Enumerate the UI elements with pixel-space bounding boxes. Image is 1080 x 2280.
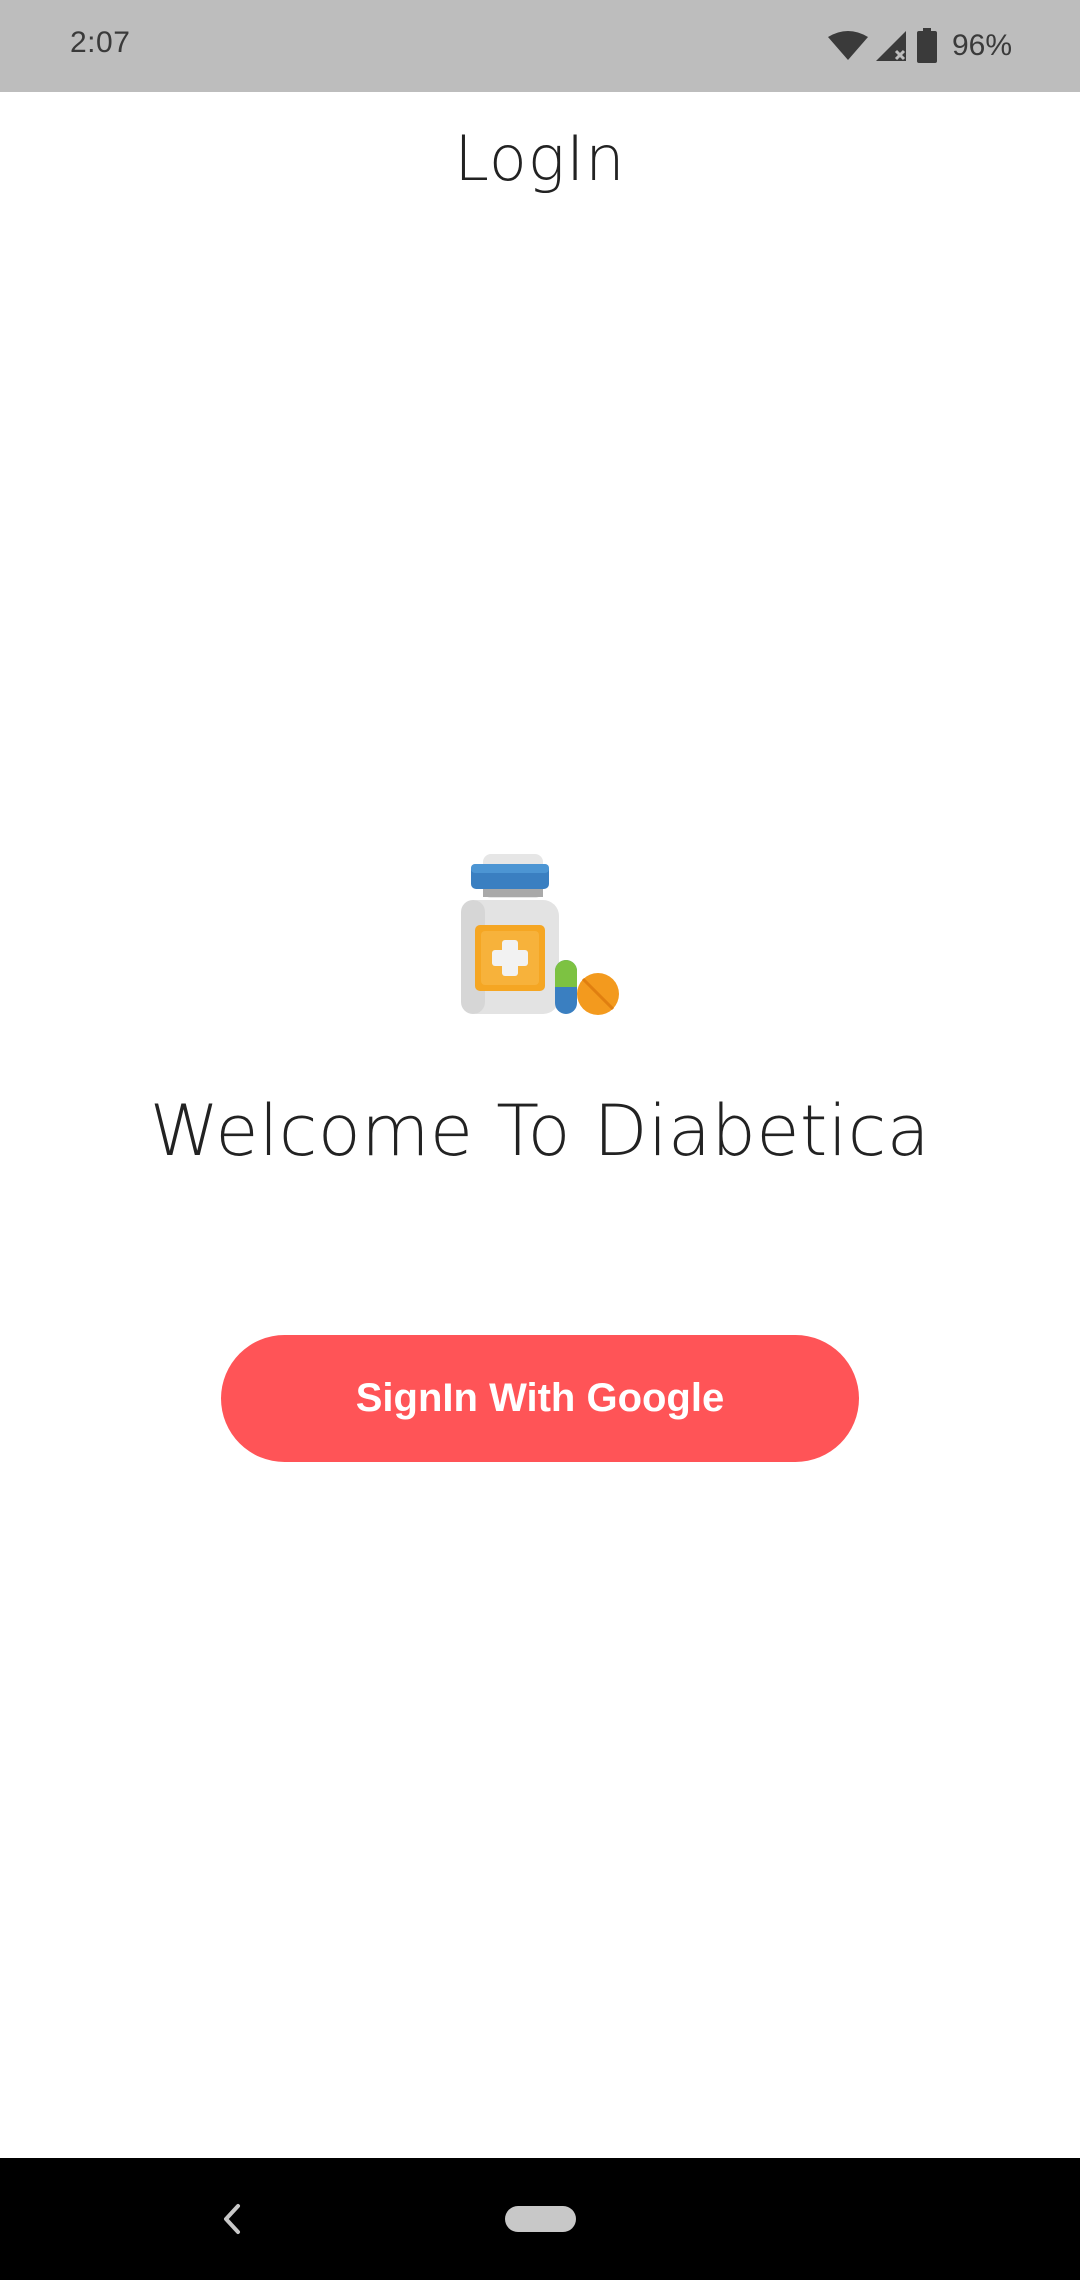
wifi-icon <box>827 31 868 60</box>
battery-percent: 96% <box>951 29 1012 62</box>
navigation-bar <box>0 2158 1080 2280</box>
welcome-heading: Welcome To Diabetica <box>149 1090 931 1172</box>
back-icon[interactable] <box>214 2198 250 2240</box>
status-time: 2:07 <box>70 26 131 59</box>
home-pill-icon[interactable] <box>505 2206 576 2232</box>
google-signin-button-label: SignIn With Google <box>355 1376 725 1420</box>
medicine-bottle-icon <box>461 854 619 1015</box>
google-signin-button[interactable]: SignIn With Google <box>221 1335 859 1462</box>
status-bar: 2:07 96% <box>0 0 1080 92</box>
signal-icon <box>875 31 906 61</box>
page-title: LogIn <box>454 122 626 195</box>
status-icons: 96% <box>827 24 1012 68</box>
battery-icon <box>916 28 937 63</box>
